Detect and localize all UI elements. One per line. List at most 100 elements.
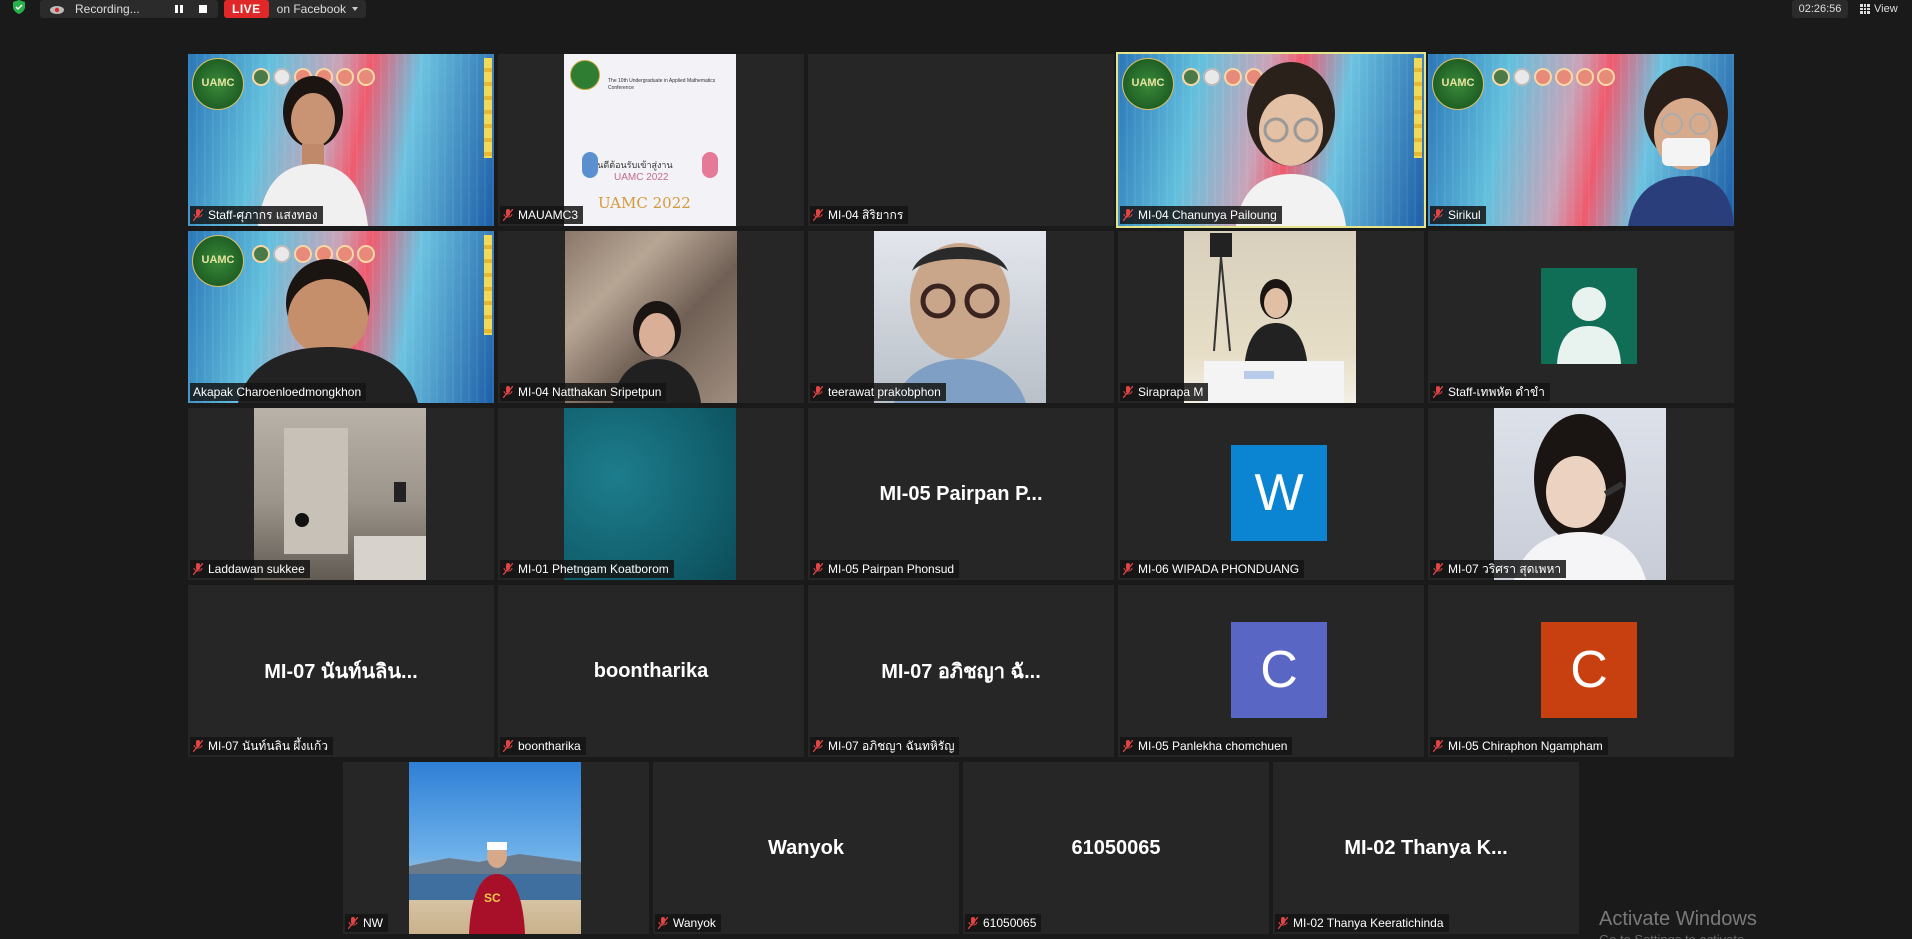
muted-mic-icon [193,563,203,575]
participant-name-tag: MI-04 Natthakan Sripetpun [500,383,667,401]
video-tile[interactable]: boontharika boontharika [498,585,804,757]
participant-name-tag: NW [345,914,388,932]
muted-mic-icon [1433,740,1443,752]
video-tile[interactable]: UAMC Sirikul [1428,54,1734,226]
participant-name: teerawat prakobphon [828,385,941,399]
participant-video [1184,231,1356,403]
participant-display-name: MI-05 Pairpan P... [879,482,1043,505]
video-tile[interactable]: C MI-05 Chiraphon Ngampham [1428,585,1734,757]
participant-banner [1414,58,1422,158]
participant-video [1628,66,1734,226]
participant-video [564,408,736,580]
gallery-view: UAMC Staff-ศุภากร แสงทอง The 10th Underg… [0,0,1912,939]
muted-mic-icon [968,917,978,929]
participant-name-tag: teerawat prakobphon [810,383,946,401]
participant-name-tag: MI-02 Thanya Keeratichinda [1275,914,1449,932]
staff-banner [484,235,492,335]
participant-name-tag: MI-05 Chiraphon Ngampham [1430,737,1608,755]
participant-name: MAUAMC3 [518,208,579,222]
cartoon-girl [702,152,718,178]
video-tile[interactable]: W MI-06 WIPADA PHONDUANG [1118,408,1424,580]
participant-video [254,408,426,580]
video-tile[interactable]: Siraprapa M [1118,231,1424,403]
activate-windows-subtext: Go to Settings to activate Windows. [1599,932,1799,939]
video-tile[interactable]: SC NW [343,762,649,934]
participant-video [1236,62,1346,226]
poster-subtitle: The 10th Undergraduate in Applied Mathem… [608,78,716,91]
video-tile[interactable]: 61050065 61050065 [963,762,1269,934]
participant-name-tag: Siraprapa M [1120,383,1209,401]
video-tile[interactable]: UAMC Akapak Charoenloedmongkhon [188,231,494,403]
poster-welcome: ยินดีต้อนรับเข้าสู่งาน [592,160,673,170]
participant-name-tag: Staff-ศุภากร แสงทอง [190,206,323,224]
video-tile[interactable]: MI-05 Pairpan P... MI-05 Pairpan Phonsud [808,408,1114,580]
participant-name-tag: MI-05 Pairpan Phonsud [810,560,960,578]
uamc-logo: UAMC [192,235,244,287]
video-tile[interactable]: MI-01 Phetngam Koatborom [498,408,804,580]
muted-mic-icon [1123,209,1133,221]
conference-poster: The 10th Undergraduate in Applied Mathem… [564,54,736,226]
muted-mic-icon [813,386,823,398]
participant-video: SC [409,762,581,934]
video-tile[interactable]: MI-02 Thanya K... MI-02 Thanya Keeratich… [1273,762,1579,934]
muted-mic-icon [503,209,513,221]
participant-name: MI-06 WIPADA PHONDUANG [1138,562,1300,576]
participant-name-tag: MI-04 Chanunya Pailoung [1120,206,1282,224]
video-tile[interactable]: teerawat prakobphon [808,231,1114,403]
video-tile[interactable]: Wanyok Wanyok [653,762,959,934]
muted-mic-icon [658,917,668,929]
svg-text:SC: SC [484,891,501,905]
activate-windows-watermark: Activate Windows [1599,908,1757,930]
muted-mic-icon [813,209,823,221]
participant-name: MI-04 สิริยากร [828,207,904,222]
muted-mic-icon [813,563,823,575]
participant-display-name: MI-07 อภิชญา ฉั... [881,661,1041,683]
default-avatar [1541,268,1637,364]
participant-name: NW [363,916,383,930]
muted-mic-icon [503,563,513,575]
participant-name: MI-05 Chiraphon Ngampham [1448,739,1603,753]
participant-name: MI-07 นันท์นลิน ผึ้งแก้ว [208,738,329,753]
video-tile[interactable]: Laddawan sukkee [188,408,494,580]
participant-name: 61050065 [983,916,1037,930]
video-tile[interactable]: MI-07 วริศรา สุดเพหา [1428,408,1734,580]
participant-display-name: boontharika [593,659,709,682]
video-tile-active-speaker[interactable]: UAMC MI-04 Chanunya Pailoung [1116,52,1426,228]
muted-mic-icon [503,740,513,752]
video-tile[interactable]: MI-04 สิริยากร [808,54,1114,226]
participant-name: Staff-เทพหัต ดำขำ [1448,384,1545,399]
poster-event: UAMC 2022 [614,172,669,183]
video-tile[interactable]: C MI-05 Panlekha chomchuen [1118,585,1424,757]
letter-avatar: C [1541,622,1637,718]
muted-mic-icon [348,917,358,929]
video-tile[interactable]: UAMC Staff-ศุภากร แสงทอง [188,54,494,226]
participant-video [238,259,418,403]
participant-name: MI-05 Pairpan Phonsud [828,562,955,576]
muted-mic-icon [1123,563,1133,575]
video-tile[interactable]: MI-07 อภิชญา ฉั... MI-07 อภิชญา ฉันทหิรั… [808,585,1114,757]
video-tile[interactable]: MI-07 นันท์นลิน... MI-07 นันท์นลิน ผึ้งแ… [188,585,494,757]
institution-seals [1492,68,1615,86]
uamc-logo: UAMC [1432,58,1484,110]
video-tile[interactable]: Staff-เทพหัต ดำขำ [1428,231,1734,403]
participant-name-tag: Sirikul [1430,206,1486,224]
muted-mic-icon [503,386,513,398]
participant-name-tag: MI-06 WIPADA PHONDUANG [1120,560,1305,578]
participant-name: MI-07 อภิชญา ฉันทหิรัญ [828,738,955,753]
participant-name: Akapak Charoenloedmongkhon [193,385,362,399]
participant-name: MI-04 Chanunya Pailoung [1138,208,1277,222]
participant-name-tag: Wanyok [655,914,721,932]
person-silhouette-icon [1557,287,1621,364]
participant-video [565,231,737,403]
uamc-logo: UAMC [1122,58,1174,110]
participant-name-tag: MAUAMC3 [500,206,584,224]
video-tile[interactable]: The 10th Undergraduate in Applied Mathem… [498,54,804,226]
video-tile[interactable]: MI-04 Natthakan Sripetpun [498,231,804,403]
muted-mic-icon [813,740,823,752]
participant-name: MI-04 Natthakan Sripetpun [518,385,662,399]
cartoon-boy [582,152,598,178]
participant-name: MI-05 Panlekha chomchuen [1138,739,1288,753]
participant-name: Laddawan sukkee [208,562,305,576]
participant-name-tag: MI-05 Panlekha chomchuen [1120,737,1293,755]
muted-mic-icon [1433,209,1443,221]
